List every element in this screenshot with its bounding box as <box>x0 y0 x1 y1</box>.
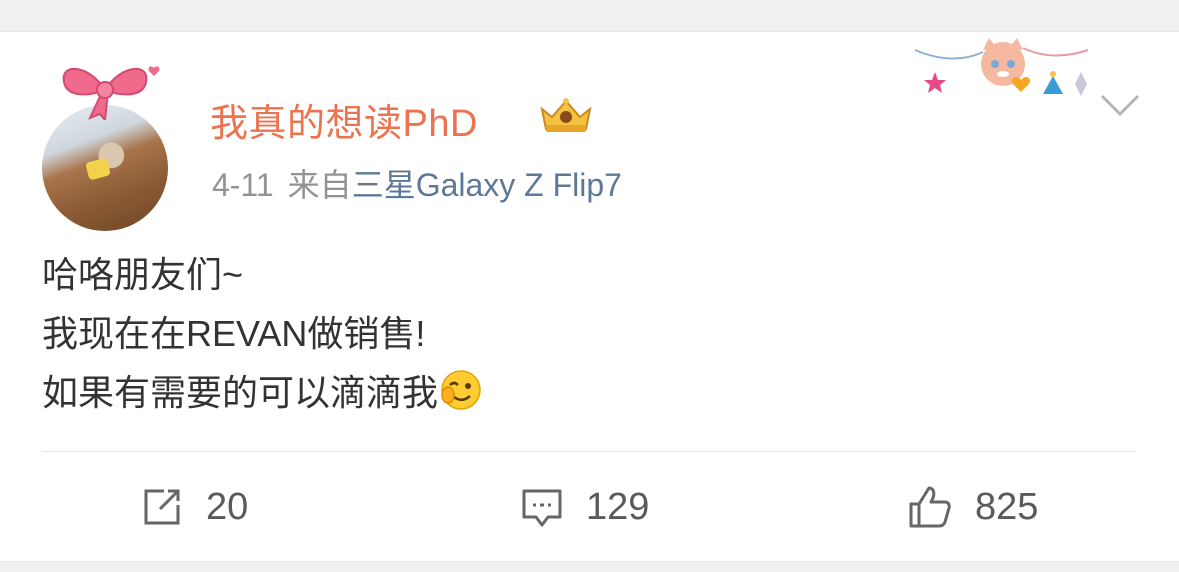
repost-count: 20 <box>206 485 249 528</box>
chevron-down-icon[interactable] <box>1100 92 1140 118</box>
post-line: 哈咯朋友们~ <box>42 254 244 295</box>
post-time: 4-11 <box>212 167 274 203</box>
post-line: 如果有需要的可以滴滴我 <box>42 363 482 422</box>
post-line: 我现在在REVAN做销售! <box>42 313 426 354</box>
repost-button[interactable]: 20 <box>140 482 248 532</box>
source-prefix: 来自 <box>287 167 352 203</box>
repost-icon <box>144 489 180 525</box>
like-count: 825 <box>975 485 1039 528</box>
username[interactable]: 我真的想读PhD <box>210 92 478 147</box>
comment-icon <box>522 489 562 527</box>
party-bunting-icon <box>914 38 1089 96</box>
avatar-frame[interactable] <box>40 60 170 231</box>
post-line-text: 如果有需要的可以滴滴我 <box>42 372 439 413</box>
wink-face-icon <box>441 370 481 410</box>
like-button[interactable]: 825 <box>907 482 1038 532</box>
comment-button[interactable]: 129 <box>520 482 649 532</box>
divider <box>42 451 1137 452</box>
thumbs-up-icon <box>909 486 951 528</box>
device-link[interactable]: 三星Galaxy Z Flip7 <box>352 167 622 203</box>
comment-count: 129 <box>586 485 650 528</box>
vip-crown-icon <box>540 98 592 132</box>
post-content: 哈咯朋友们~ 我现在在REVAN做销售! 如果有需要的可以滴滴我 <box>42 245 482 422</box>
avatar[interactable] <box>42 105 168 231</box>
pink-bow-icon <box>62 66 160 120</box>
post-meta: 4-11 来自三星Galaxy Z Flip7 <box>212 160 622 206</box>
